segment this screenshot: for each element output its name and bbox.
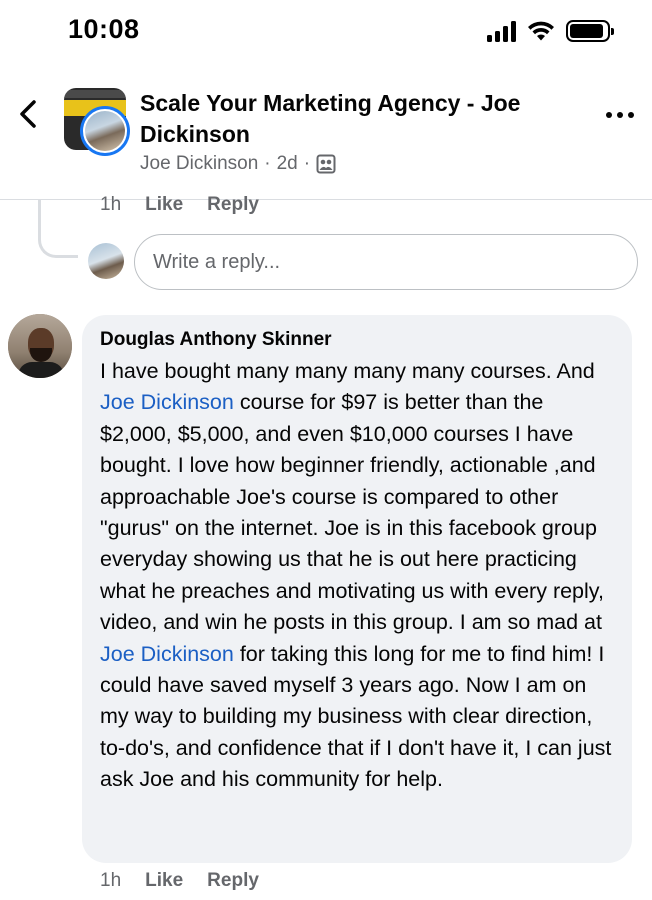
group-members-icon bbox=[316, 154, 336, 174]
commenter-avatar[interactable] bbox=[8, 314, 72, 378]
status-bar: 10:08 bbox=[0, 0, 652, 62]
cellular-signal-icon bbox=[487, 20, 516, 42]
post-age[interactable]: 2d bbox=[277, 153, 298, 175]
author-avatar[interactable] bbox=[80, 106, 130, 156]
previous-comment-time: 1h bbox=[100, 194, 122, 215]
like-button[interactable]: Like bbox=[145, 870, 183, 892]
comment-text-part: I have bought many many many many course… bbox=[100, 359, 595, 383]
current-user-avatar bbox=[88, 243, 124, 279]
wifi-icon bbox=[528, 21, 554, 41]
previous-reply-button[interactable]: Reply bbox=[207, 194, 259, 218]
mention-link[interactable]: Joe Dickinson bbox=[100, 642, 234, 666]
back-button[interactable] bbox=[10, 94, 46, 134]
mention-link[interactable]: Joe Dickinson bbox=[100, 390, 234, 414]
comment-actions: 1h Like Reply bbox=[100, 870, 259, 892]
status-icons bbox=[487, 18, 614, 44]
comment-bubble: Douglas Anthony Skinner I have bought ma… bbox=[82, 315, 632, 863]
meta-separator: · bbox=[264, 153, 271, 174]
post-author[interactable]: Joe Dickinson bbox=[140, 153, 258, 175]
battery-icon bbox=[566, 20, 614, 42]
comment-text: I have bought many many many many course… bbox=[100, 356, 616, 796]
post-header: Scale Your Marketing Agency - Joe Dickin… bbox=[0, 62, 652, 200]
thread-connector-line bbox=[38, 200, 78, 258]
previous-comment-actions: 1h Like Reply bbox=[100, 194, 259, 218]
group-title[interactable]: Scale Your Marketing Agency - Joe Dickin… bbox=[140, 88, 560, 150]
reply-input[interactable] bbox=[134, 234, 638, 290]
previous-like-button[interactable]: Like bbox=[145, 194, 183, 218]
comment-text-part: course for $97 is better than the $2,000… bbox=[100, 390, 604, 635]
comment-time: 1h bbox=[100, 870, 122, 891]
commenter-name[interactable]: Douglas Anthony Skinner bbox=[100, 328, 616, 352]
chevron-left-icon bbox=[20, 100, 36, 128]
status-time: 10:08 bbox=[68, 14, 140, 44]
post-meta: Joe Dickinson · 2d · bbox=[140, 153, 336, 175]
meta-separator: · bbox=[303, 153, 311, 174]
reply-button[interactable]: Reply bbox=[207, 870, 259, 892]
more-options-button[interactable] bbox=[606, 110, 634, 120]
more-horizontal-icon bbox=[606, 112, 612, 118]
